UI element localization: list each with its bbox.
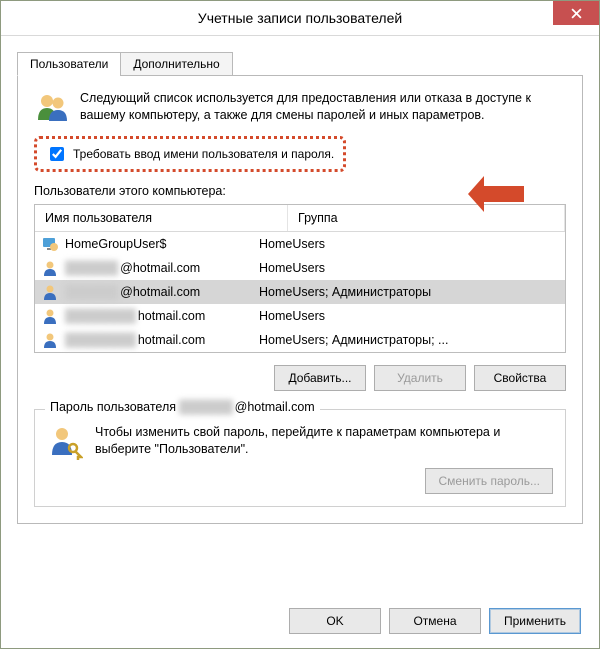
user-row-icon — [41, 307, 59, 325]
change-password-button[interactable]: Сменить пароль... — [425, 468, 553, 494]
close-button[interactable] — [553, 1, 599, 25]
user-row-icon — [41, 331, 59, 349]
tab-advanced[interactable]: Дополнительно — [120, 52, 232, 76]
user-key-icon — [47, 424, 83, 460]
annotation-arrow-icon — [466, 174, 526, 214]
remove-button[interactable]: Удалить — [374, 365, 466, 391]
apply-button[interactable]: Применить — [489, 608, 581, 634]
table-row[interactable]: ████████hotmail.comHomeUsers — [35, 304, 565, 328]
intro-text: Следующий список используется для предос… — [80, 90, 566, 126]
titlebar: Учетные записи пользователей — [1, 1, 599, 36]
window-title: Учетные записи пользователей — [198, 10, 402, 26]
table-row[interactable]: ██████@hotmail.comHomeUsers; Администрат… — [35, 280, 565, 304]
table-row[interactable]: ██████@hotmail.comHomeUsers — [35, 256, 565, 280]
properties-button[interactable]: Свойства — [474, 365, 566, 391]
blurred-username: ██████ — [179, 400, 232, 414]
password-group-title: Пароль пользователя ██████@hotmail.com — [45, 400, 320, 414]
user-row-icon — [41, 283, 59, 301]
cancel-button[interactable]: Отмена — [389, 608, 481, 634]
require-login-checkbox[interactable] — [50, 147, 64, 161]
users-icon — [34, 90, 70, 126]
user-row-icon — [41, 235, 59, 253]
require-login-label: Требовать ввод имени пользователя и паро… — [73, 147, 334, 161]
close-icon — [571, 8, 582, 19]
ok-button[interactable]: OK — [289, 608, 381, 634]
user-accounts-dialog: Учетные записи пользователей Пользовател… — [0, 0, 600, 649]
user-list[interactable]: Имя пользователя Группа HomeGroupUser$Ho… — [34, 204, 566, 353]
password-hint-text: Чтобы изменить свой пароль, перейдите к … — [95, 424, 553, 458]
table-row[interactable]: ████████hotmail.comHomeUsers; Администра… — [35, 328, 565, 352]
add-button[interactable]: Добавить... — [274, 365, 366, 391]
dialog-footer: OK Отмена Применить — [289, 608, 581, 634]
password-group: Пароль пользователя ██████@hotmail.com Ч… — [34, 409, 566, 507]
table-row[interactable]: HomeGroupUser$HomeUsers — [35, 232, 565, 256]
tab-strip: Пользователи Дополнительно — [17, 52, 583, 76]
col-username[interactable]: Имя пользователя — [35, 205, 288, 231]
tab-users[interactable]: Пользователи — [17, 52, 121, 76]
require-login-row[interactable]: Требовать ввод имени пользователя и паро… — [34, 136, 346, 172]
user-row-icon — [41, 259, 59, 277]
tab-panel-users: Следующий список используется для предос… — [17, 75, 583, 524]
